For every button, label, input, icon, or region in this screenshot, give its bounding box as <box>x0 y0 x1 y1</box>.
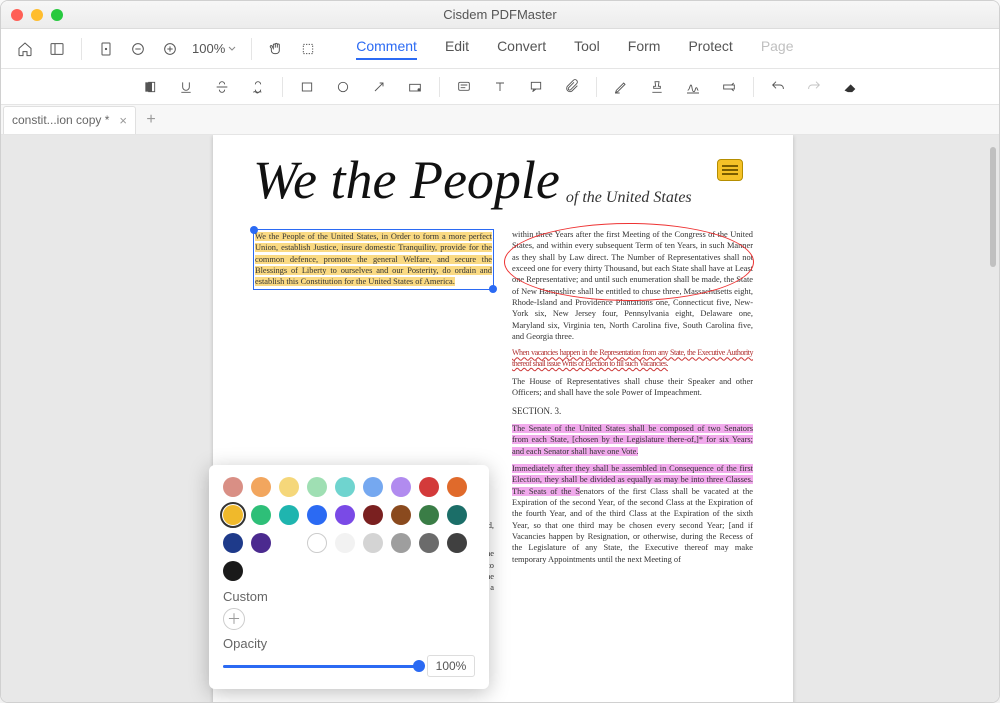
color-swatch[interactable] <box>251 533 271 553</box>
color-swatch[interactable] <box>391 505 411 525</box>
section-heading: SECTION. 3. <box>512 405 753 417</box>
callout-tool[interactable] <box>522 73 550 101</box>
body-text: within three Years after the first Meeti… <box>512 229 753 342</box>
tab-edit[interactable]: Edit <box>445 38 469 60</box>
highlighted-text: The Senate of the United States shall be… <box>512 424 753 456</box>
color-swatch[interactable] <box>335 505 355 525</box>
color-swatch[interactable] <box>307 533 327 553</box>
rectangle-tool[interactable] <box>293 73 321 101</box>
highlight-selection[interactable]: We the People of the United States, in O… <box>253 229 494 290</box>
color-swatch[interactable] <box>391 533 411 553</box>
document-tabs: constit...ion copy * × + <box>1 105 999 135</box>
mode-tabs: Comment Edit Convert Tool Form Protect P… <box>356 38 793 60</box>
sidebar-toggle-button[interactable] <box>43 35 71 63</box>
window-minimize-button[interactable] <box>31 9 43 21</box>
custom-label: Custom <box>223 589 475 604</box>
tab-form[interactable]: Form <box>628 38 661 60</box>
oval-tool[interactable] <box>329 73 357 101</box>
color-swatches <box>223 477 475 581</box>
color-swatch[interactable] <box>419 477 439 497</box>
color-swatch[interactable] <box>251 477 271 497</box>
color-swatch[interactable] <box>223 561 243 581</box>
redo-button[interactable] <box>800 73 828 101</box>
annotation-toolbar <box>1 69 999 105</box>
color-picker-popover: Custom ＋ Opacity 100% <box>209 465 489 689</box>
opacity-slider[interactable] <box>223 665 419 668</box>
zoom-out-button[interactable] <box>124 35 152 63</box>
document-viewport[interactable]: We the People of the United States We th… <box>1 135 999 702</box>
document-tab-label: constit...ion copy * <box>12 113 109 127</box>
fit-page-button[interactable] <box>92 35 120 63</box>
main-toolbar: 100% Comment Edit Convert Tool Form Prot… <box>1 29 999 69</box>
scrollbar-thumb[interactable] <box>990 147 996 267</box>
body-text: The Senate of the United States shall be… <box>512 423 753 457</box>
document-subheading: of the United States <box>566 189 692 207</box>
squiggly-tool[interactable] <box>244 73 272 101</box>
zoom-dropdown[interactable]: 100% <box>188 41 241 56</box>
document-tab[interactable]: constit...ion copy * × <box>3 106 136 134</box>
color-swatch[interactable] <box>419 533 439 553</box>
color-swatch[interactable] <box>363 505 383 525</box>
body-text: The House of Representatives shall chuse… <box>512 376 753 399</box>
color-swatch[interactable] <box>447 505 467 525</box>
color-swatch[interactable] <box>363 533 383 553</box>
color-swatch[interactable] <box>223 477 243 497</box>
color-swatch[interactable] <box>279 477 299 497</box>
undo-button[interactable] <box>764 73 792 101</box>
attachment-tool[interactable] <box>558 73 586 101</box>
color-swatch[interactable] <box>335 477 355 497</box>
underline-tool[interactable] <box>172 73 200 101</box>
hand-tool-button[interactable] <box>262 35 290 63</box>
signature-tool[interactable] <box>679 73 707 101</box>
tab-protect[interactable]: Protect <box>688 38 732 60</box>
tab-convert[interactable]: Convert <box>497 38 546 60</box>
color-swatch[interactable] <box>419 505 439 525</box>
window-close-button[interactable] <box>11 9 23 21</box>
note-tool[interactable] <box>450 73 478 101</box>
line-tool[interactable] <box>401 73 429 101</box>
color-swatch[interactable] <box>279 505 299 525</box>
arrow-tool[interactable] <box>365 73 393 101</box>
highlighted-text: We the People of the United States, in O… <box>255 232 492 286</box>
highlight-tool[interactable] <box>136 73 164 101</box>
link-tool[interactable] <box>715 73 743 101</box>
new-tab-button[interactable]: + <box>140 109 162 131</box>
close-tab-icon[interactable]: × <box>119 113 127 128</box>
text-tool[interactable] <box>486 73 514 101</box>
document-heading: We the People <box>253 153 560 207</box>
color-swatch[interactable] <box>335 533 355 553</box>
squiggly-annotated-text: When vacancies happen in the Representat… <box>512 348 753 370</box>
window-maximize-button[interactable] <box>51 9 63 21</box>
home-button[interactable] <box>11 35 39 63</box>
tab-comment[interactable]: Comment <box>356 38 417 60</box>
pencil-tool[interactable] <box>607 73 635 101</box>
strikethrough-tool[interactable] <box>208 73 236 101</box>
app-title: Cisdem PDFMaster <box>1 7 999 22</box>
stamp-tool[interactable] <box>643 73 671 101</box>
color-swatch[interactable] <box>391 477 411 497</box>
select-area-button[interactable] <box>294 35 322 63</box>
tab-tool[interactable]: Tool <box>574 38 600 60</box>
tab-page[interactable]: Page <box>761 38 794 60</box>
window-titlebar: Cisdem PDFMaster <box>1 1 999 29</box>
color-swatch[interactable] <box>447 533 467 553</box>
color-swatch[interactable] <box>223 505 243 525</box>
opacity-label: Opacity <box>223 636 475 651</box>
color-swatch[interactable] <box>307 505 327 525</box>
color-swatch[interactable] <box>307 477 327 497</box>
eraser-tool[interactable] <box>836 73 864 101</box>
color-swatch[interactable] <box>223 533 243 553</box>
zoom-in-button[interactable] <box>156 35 184 63</box>
sticky-note-icon[interactable] <box>717 159 743 181</box>
add-custom-color-button[interactable]: ＋ <box>223 608 245 630</box>
body-text: Immediately after they shall be assemble… <box>512 463 753 565</box>
color-swatch[interactable] <box>251 505 271 525</box>
opacity-value[interactable]: 100% <box>427 655 475 677</box>
color-swatch[interactable] <box>447 477 467 497</box>
color-swatch[interactable] <box>363 477 383 497</box>
